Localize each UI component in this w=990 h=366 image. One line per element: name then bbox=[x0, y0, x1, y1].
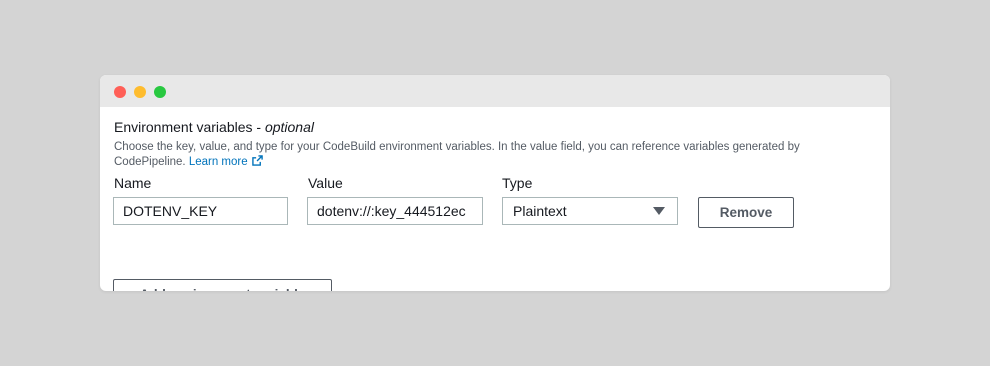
learn-more-label: Learn more bbox=[188, 156, 248, 168]
minimize-window-icon[interactable] bbox=[134, 86, 146, 98]
name-column-label: Name bbox=[114, 175, 152, 191]
remove-variable-button[interactable]: Remove bbox=[698, 197, 794, 228]
variable-name-input[interactable] bbox=[113, 197, 288, 225]
close-window-icon[interactable] bbox=[114, 86, 126, 98]
variable-type-selected: Plaintext bbox=[513, 203, 567, 219]
optional-label: optional bbox=[264, 119, 314, 135]
app-window: Environment variables - optional Choose … bbox=[100, 75, 890, 291]
caret-down-icon bbox=[653, 207, 665, 215]
variable-value-input[interactable] bbox=[307, 197, 483, 225]
add-environment-variable-button[interactable]: Add environment variable bbox=[113, 279, 332, 291]
value-column-label: Value bbox=[308, 175, 343, 191]
maximize-window-icon[interactable] bbox=[154, 86, 166, 98]
external-link-icon bbox=[251, 155, 263, 166]
section-title: Environment variables - optional bbox=[114, 119, 314, 135]
type-column-label: Type bbox=[502, 175, 533, 191]
section-title-text: Environment variables - bbox=[114, 119, 265, 135]
section-description: Choose the key, value, and type for your… bbox=[114, 140, 874, 170]
variable-type-select[interactable]: Plaintext bbox=[502, 197, 678, 225]
title-bar bbox=[100, 75, 890, 107]
learn-more-link[interactable]: Learn more bbox=[188, 155, 263, 168]
